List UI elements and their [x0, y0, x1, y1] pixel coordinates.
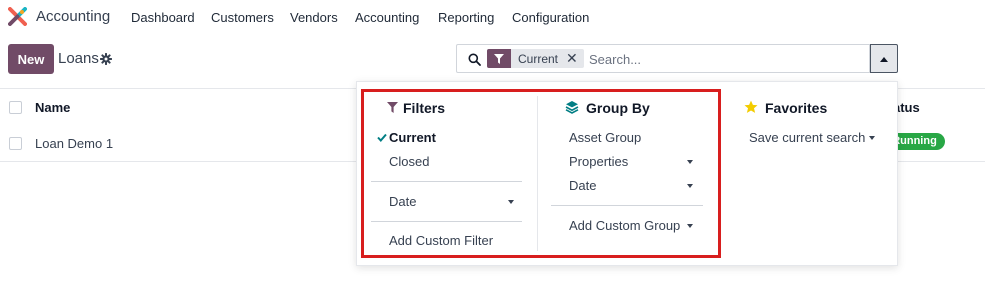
- close-icon[interactable]: ✕: [566, 49, 578, 68]
- search-panel-dropdown: Filters Current Closed Date Add Custom F…: [356, 81, 898, 266]
- layers-icon: [565, 101, 579, 114]
- menu-vendors[interactable]: Vendors: [290, 10, 338, 25]
- menu-customers[interactable]: Customers: [211, 10, 274, 25]
- filter-icon: [487, 49, 511, 68]
- row-name: Loan Demo 1: [35, 136, 114, 151]
- filters-title: Filters: [403, 100, 446, 116]
- menu-reporting[interactable]: Reporting: [438, 10, 494, 25]
- divider: [551, 205, 703, 206]
- column-divider: [537, 96, 538, 251]
- caret-down-icon: [687, 160, 693, 164]
- select-all-checkbox[interactable]: [9, 101, 22, 114]
- filter-date[interactable]: Date: [389, 194, 416, 209]
- search-panel-toggle-button[interactable]: [870, 44, 898, 73]
- group-by-properties[interactable]: Properties: [569, 154, 628, 169]
- star-icon: [744, 100, 758, 113]
- facet-value: Current: [518, 51, 559, 66]
- group-by-asset-group[interactable]: Asset Group: [569, 130, 641, 145]
- search-facet-filter: Current ✕: [487, 49, 584, 68]
- caret-down-icon: [687, 184, 693, 188]
- row-checkbox[interactable]: [9, 137, 22, 150]
- menu-accounting[interactable]: Accounting: [355, 10, 419, 25]
- search-input[interactable]: [589, 49, 859, 69]
- caret-down-icon: [687, 224, 693, 228]
- filter-current[interactable]: Current: [389, 130, 436, 145]
- top-navbar: Accounting Dashboard Customers Vendors A…: [0, 0, 985, 34]
- caret-down-icon: [869, 136, 875, 140]
- search-icon: [468, 53, 481, 66]
- menu-dashboard[interactable]: Dashboard: [131, 10, 195, 25]
- caret-up-icon: [880, 57, 888, 62]
- caret-down-icon: [508, 200, 514, 204]
- app-title[interactable]: Accounting: [36, 8, 110, 25]
- add-custom-filter[interactable]: Add Custom Filter: [389, 233, 493, 248]
- menu-configuration[interactable]: Configuration: [512, 10, 589, 25]
- group-by-date[interactable]: Date: [569, 178, 596, 193]
- filter-icon: [387, 102, 398, 113]
- column-header-name[interactable]: Name: [35, 100, 70, 115]
- checkmark-icon: [377, 133, 387, 142]
- breadcrumb: Loans: [58, 50, 99, 67]
- group-by-title: Group By: [586, 100, 650, 116]
- save-current-search[interactable]: Save current search: [749, 130, 865, 145]
- new-button[interactable]: New: [8, 44, 54, 74]
- gear-icon[interactable]: [100, 53, 112, 65]
- favorites-title: Favorites: [765, 100, 828, 116]
- search-bar[interactable]: Current ✕: [456, 44, 870, 73]
- add-custom-group[interactable]: Add Custom Group: [569, 218, 680, 233]
- divider: [371, 221, 522, 222]
- divider: [371, 181, 522, 182]
- accounting-app-icon[interactable]: [8, 7, 27, 26]
- filter-closed[interactable]: Closed: [389, 154, 429, 169]
